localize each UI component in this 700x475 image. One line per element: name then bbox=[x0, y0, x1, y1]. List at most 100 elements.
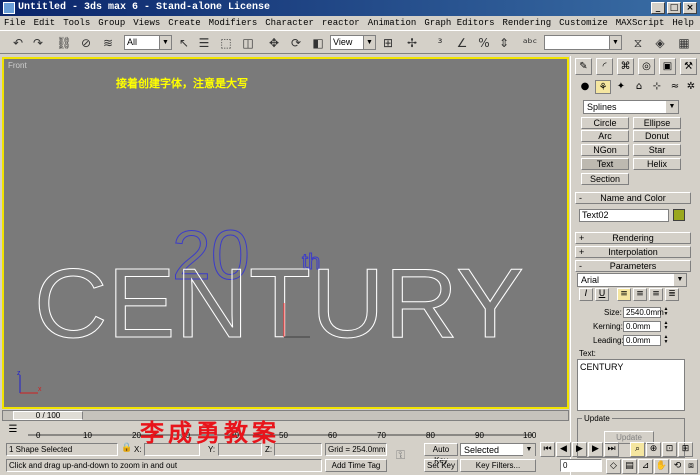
set-key-button[interactable]: Set Key bbox=[424, 459, 458, 472]
align-right-icon[interactable]: ≡ bbox=[649, 288, 663, 301]
select-and-scale-icon[interactable]: ◧ bbox=[310, 35, 326, 51]
size-input[interactable]: 2540.0mm bbox=[623, 307, 664, 318]
menu-character[interactable]: Character bbox=[265, 16, 314, 30]
object-name-input[interactable]: Text02 bbox=[579, 209, 669, 222]
arc-button[interactable]: Arc bbox=[581, 130, 629, 142]
selection-filter-dropdown[interactable]: All ▼ bbox=[124, 35, 172, 50]
key-mode-toggle-icon[interactable]: ◇ bbox=[606, 459, 621, 474]
spinner-snap-icon[interactable]: ⇕ bbox=[496, 35, 512, 51]
font-dropdown[interactable]: Arial ▼ bbox=[577, 273, 687, 287]
percent-snap-icon[interactable]: % bbox=[476, 35, 492, 51]
undo-icon[interactable]: ↶ bbox=[10, 35, 26, 51]
key-mode-dropdown[interactable]: Selected ▼ bbox=[460, 443, 536, 456]
menu-edit[interactable]: Edit bbox=[34, 16, 56, 30]
zoom-all-icon[interactable]: ⊕ bbox=[646, 442, 661, 457]
mirror-icon[interactable]: ⧖ bbox=[630, 35, 646, 51]
redo-icon[interactable]: ↷ bbox=[30, 35, 46, 51]
justify-icon[interactable]: ≣ bbox=[665, 288, 679, 301]
named-selection-sets-dropdown[interactable]: ▼ bbox=[544, 35, 622, 50]
close-icon[interactable]: × bbox=[683, 2, 697, 14]
layer-manager-icon[interactable]: ▦ bbox=[676, 35, 692, 51]
zoom-icon[interactable]: ⌕ bbox=[630, 442, 645, 457]
menu-rendering[interactable]: Rendering bbox=[503, 16, 552, 30]
bind-space-warp-icon[interactable]: ≋ bbox=[100, 35, 116, 51]
display-tab-icon[interactable]: ▣ bbox=[659, 58, 676, 75]
select-and-move-icon[interactable]: ✥ bbox=[266, 35, 282, 51]
zoom-extents-icon[interactable]: ⊡ bbox=[662, 442, 677, 457]
lock-icon[interactable]: 🔒 bbox=[121, 443, 132, 456]
track-bar[interactable]: 0 10 20 30 40 50 60 70 80 90 100 bbox=[28, 423, 568, 440]
section-button[interactable]: Section bbox=[581, 173, 629, 185]
window-crossing-icon[interactable]: ◫ bbox=[240, 35, 256, 51]
kerning-spinner-icon[interactable]: ▲ ▼ bbox=[662, 321, 670, 332]
menu-customize[interactable]: Customize bbox=[559, 16, 608, 30]
reference-coordinate-dropdown[interactable]: View ▼ bbox=[330, 35, 376, 50]
select-and-rotate-icon[interactable]: ⟳ bbox=[288, 35, 304, 51]
menu-views[interactable]: Views bbox=[133, 16, 160, 30]
align-center-icon[interactable]: ≡ bbox=[633, 288, 647, 301]
interpolation-rollout[interactable]: + Interpolation bbox=[575, 246, 691, 258]
object-color-swatch[interactable] bbox=[673, 209, 685, 221]
align-left-icon[interactable]: ≡ bbox=[617, 288, 631, 301]
current-frame-field[interactable]: 0 bbox=[560, 459, 602, 472]
time-slider[interactable]: 0 / 100 bbox=[2, 410, 569, 421]
zoom-extents-all-icon[interactable]: ⊞ bbox=[678, 442, 693, 457]
time-slider-handle[interactable]: 0 / 100 bbox=[13, 411, 83, 420]
menu-reactor[interactable]: reactor bbox=[322, 16, 360, 30]
italic-button[interactable]: I bbox=[579, 288, 593, 301]
lights-icon[interactable]: ✦ bbox=[613, 80, 629, 94]
donut-button[interactable]: Donut bbox=[633, 130, 681, 142]
select-object-icon[interactable]: ↖ bbox=[176, 35, 192, 51]
systems-icon[interactable]: ✲ bbox=[683, 80, 699, 94]
spacewarps-icon[interactable]: ≈ bbox=[667, 80, 683, 94]
menu-group[interactable]: Group bbox=[98, 16, 125, 30]
arc-rotate-icon[interactable]: ⟲ bbox=[670, 459, 685, 474]
menu-create[interactable]: Create bbox=[168, 16, 200, 30]
menu-tools[interactable]: Tools bbox=[63, 16, 90, 30]
menu-file[interactable]: File bbox=[4, 16, 26, 30]
next-frame-icon[interactable]: ▶ bbox=[588, 442, 603, 457]
parameters-rollout[interactable]: - Parameters bbox=[575, 260, 691, 272]
name-color-rollout[interactable]: - Name and Color bbox=[575, 192, 691, 204]
go-to-start-icon[interactable]: ⏮ bbox=[540, 442, 555, 457]
key-filters-button[interactable]: Key Filters... bbox=[460, 459, 536, 472]
hierarchy-tab-icon[interactable]: ⌘ bbox=[617, 58, 634, 75]
snap-toggle-icon[interactable]: ³ bbox=[432, 35, 448, 51]
menu-modifiers[interactable]: Modifiers bbox=[209, 16, 258, 30]
maximize-viewport-icon[interactable]: ⧈ bbox=[684, 459, 698, 474]
star-button[interactable]: Star bbox=[633, 144, 681, 156]
select-by-name-icon[interactable]: ☰ bbox=[196, 35, 212, 51]
leading-input[interactable]: 0.0mm bbox=[623, 335, 661, 346]
select-and-manipulate-icon[interactable]: ✢ bbox=[404, 35, 420, 51]
shapes-icon[interactable]: ⚘ bbox=[595, 80, 611, 94]
pan-icon[interactable]: ✋ bbox=[654, 459, 669, 474]
maximize-icon[interactable]: □ bbox=[667, 2, 681, 14]
menu-graph-editors[interactable]: Graph Editors bbox=[424, 16, 494, 30]
kerning-input[interactable]: 0.0mm bbox=[623, 321, 661, 332]
align-icon[interactable]: ◈ bbox=[652, 35, 668, 51]
add-time-tag-button[interactable]: Add Time Tag bbox=[325, 459, 387, 472]
circle-button[interactable]: Circle bbox=[581, 117, 629, 129]
rendering-rollout[interactable]: + Rendering bbox=[575, 232, 691, 244]
ngon-button[interactable]: NGon bbox=[581, 144, 629, 156]
default-in-out-tangent-icon[interactable]: ⚿ bbox=[396, 448, 420, 464]
motion-tab-icon[interactable]: ◎ bbox=[638, 58, 655, 75]
helpers-icon[interactable]: ⊹ bbox=[649, 80, 665, 94]
menu-animation[interactable]: Animation bbox=[368, 16, 417, 30]
angle-snap-icon[interactable]: ∠ bbox=[454, 35, 470, 51]
front-viewport[interactable]: Front 接着创建字体，注意是大写 20 th CENTURY z x bbox=[2, 57, 569, 409]
previous-frame-icon[interactable]: ◀ bbox=[556, 442, 571, 457]
category-dropdown[interactable]: Splines ▼ bbox=[583, 100, 679, 114]
helix-button[interactable]: Helix bbox=[633, 158, 681, 170]
select-and-link-icon[interactable]: ⛓ bbox=[56, 35, 72, 51]
play-icon[interactable]: ▶ bbox=[572, 442, 587, 457]
utilities-tab-icon[interactable]: ⚒ bbox=[680, 58, 697, 75]
auto-key-button[interactable]: Auto Key bbox=[424, 443, 458, 465]
mini-curve-editor-icon[interactable]: ☰ bbox=[4, 424, 22, 438]
unlink-icon[interactable]: ⊘ bbox=[78, 35, 94, 51]
modify-tab-icon[interactable]: ◜ bbox=[596, 58, 613, 75]
text-button[interactable]: Text bbox=[581, 158, 629, 170]
field-of-view-icon[interactable]: ⊿ bbox=[638, 459, 653, 474]
menu-maxscript[interactable]: MAXScript bbox=[616, 16, 665, 30]
cameras-icon[interactable]: ⌂ bbox=[631, 80, 647, 94]
